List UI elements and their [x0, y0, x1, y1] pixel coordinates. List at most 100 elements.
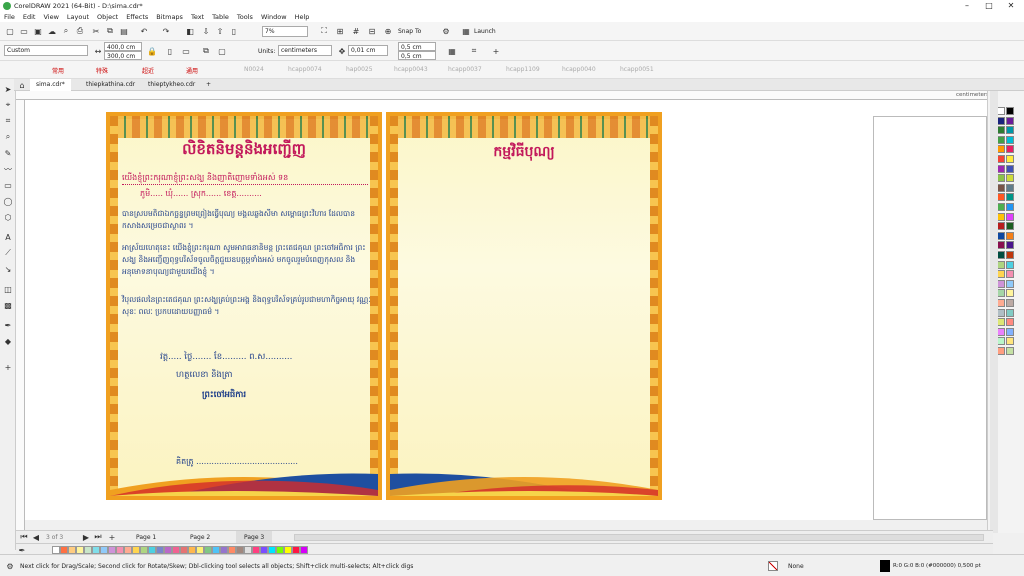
rectangle-tool-icon[interactable]: ▭	[2, 179, 14, 191]
palette-swatch[interactable]	[997, 155, 1005, 163]
palette-swatch[interactable]	[100, 546, 108, 554]
font-preset-11[interactable]: hcapp0040	[562, 66, 596, 73]
nudge-distance-field[interactable]: 0,01 cm	[348, 45, 388, 56]
zoom-tool-icon[interactable]: ⌕	[2, 131, 14, 143]
palette-swatch[interactable]	[1006, 318, 1014, 327]
palette-swatch[interactable]	[180, 546, 188, 554]
palette-swatch[interactable]	[997, 174, 1005, 183]
menu-edit[interactable]: Edit	[23, 13, 36, 21]
menu-window[interactable]: Window	[261, 13, 287, 21]
print-icon[interactable]: ⎙	[74, 25, 86, 37]
cut-icon[interactable]: ✂	[90, 25, 102, 37]
horizontal-scrollbar[interactable]	[294, 534, 984, 541]
palette-swatch[interactable]	[1006, 183, 1014, 192]
palette-swatch[interactable]	[1006, 260, 1014, 269]
transparency-icon[interactable]: ▩	[2, 299, 14, 311]
palette-swatch[interactable]	[172, 546, 180, 554]
pdf-icon[interactable]: ▯	[228, 25, 240, 37]
palette-swatch[interactable]	[997, 347, 1005, 355]
first-page-icon[interactable]: ⏮	[18, 531, 30, 543]
font-preset-7[interactable]: hap0025	[346, 66, 373, 73]
palette-swatch[interactable]	[84, 546, 92, 554]
palette-swatch[interactable]	[997, 337, 1005, 346]
palette-swatch[interactable]	[1006, 155, 1014, 163]
minimize-icon[interactable]: –	[956, 0, 978, 11]
horizontal-ruler[interactable]: centimeters	[16, 91, 993, 100]
palette-swatch[interactable]	[1006, 241, 1014, 250]
palette-swatch[interactable]	[997, 260, 1005, 269]
tab-thiepkathina[interactable]: thiepkathina.cdr	[80, 79, 141, 91]
palette-swatch[interactable]	[1006, 107, 1014, 115]
palette-swatch[interactable]	[212, 546, 220, 554]
add-tool-icon[interactable]: +	[2, 361, 14, 373]
palette-swatch[interactable]	[997, 193, 1005, 202]
palette-swatch[interactable]	[1006, 126, 1014, 135]
palette-swatch[interactable]	[1006, 251, 1014, 259]
palette-swatch[interactable]	[252, 546, 260, 554]
palette-swatch[interactable]	[997, 270, 1005, 279]
all-pages-icon[interactable]: ⧉	[200, 45, 212, 57]
new-icon[interactable]: ▢	[4, 25, 16, 37]
palette-swatch[interactable]	[997, 135, 1005, 144]
palette-swatch[interactable]	[68, 546, 76, 554]
palette-swatch[interactable]	[92, 546, 100, 554]
palette-swatch[interactable]	[1006, 164, 1014, 173]
font-preset-1[interactable]: 常用	[52, 66, 64, 75]
palette-swatch[interactable]	[292, 546, 300, 554]
palette-swatch[interactable]	[1006, 203, 1014, 211]
palette-swatch[interactable]	[268, 546, 276, 554]
palette-swatch[interactable]	[1006, 279, 1014, 288]
drop-shadow-icon[interactable]: ◫	[2, 283, 14, 295]
crop-tool-icon[interactable]: ⌗	[2, 115, 14, 127]
palette-swatch[interactable]	[300, 546, 308, 554]
palette-swatch[interactable]	[220, 546, 228, 554]
menu-object[interactable]: Object	[97, 13, 118, 21]
full-screen-icon[interactable]: ⛶	[318, 25, 330, 37]
palette-swatch[interactable]	[1006, 270, 1014, 279]
save-icon[interactable]: ▣	[32, 25, 44, 37]
prev-page-icon[interactable]: ◀	[30, 531, 42, 543]
palette-swatch[interactable]	[1006, 299, 1014, 307]
landscape-icon[interactable]: ▭	[180, 45, 192, 57]
palette-swatch[interactable]	[124, 546, 132, 554]
menu-effects[interactable]: Effects	[126, 13, 148, 21]
font-preset-8[interactable]: hcapp0043	[394, 66, 428, 73]
menu-text[interactable]: Text	[191, 13, 204, 21]
program-right-page[interactable]: កម្មវិធីបុណ្យ	[386, 112, 662, 500]
palette-swatch[interactable]	[284, 546, 292, 554]
palette-swatch[interactable]	[997, 116, 1005, 125]
options-gear-icon[interactable]: ⚙	[440, 25, 452, 37]
palette-swatch[interactable]	[1006, 347, 1014, 355]
home-icon[interactable]: ⌂	[16, 79, 28, 91]
font-preset-10[interactable]: hcapp1109	[506, 66, 540, 73]
add-page-icon[interactable]: +	[106, 531, 118, 543]
font-preset-12[interactable]: hcapp0051	[620, 66, 654, 73]
maximize-icon[interactable]: □	[978, 0, 1000, 11]
menu-help[interactable]: Help	[295, 13, 310, 21]
drawing-canvas[interactable]: លិខិតនិមន្តនិងអញ្ជើញ យើងខ្ញុំព្រះករុណាខ្…	[25, 100, 987, 520]
close-icon[interactable]: ✕	[1000, 0, 1022, 11]
search-content-icon[interactable]: ◧	[184, 25, 196, 37]
menu-view[interactable]: View	[43, 13, 58, 21]
launch-dropdown[interactable]: Launch	[474, 28, 496, 35]
palette-swatch[interactable]	[997, 231, 1005, 240]
font-preset-4[interactable]: 通用	[186, 66, 198, 75]
palette-swatch[interactable]	[997, 308, 1005, 317]
artistic-media-icon[interactable]: 〰	[2, 163, 14, 175]
lock-ratio-icon[interactable]: 🔒	[146, 45, 158, 57]
zoom-level[interactable]: 7%	[262, 26, 308, 37]
palette-swatch[interactable]	[997, 203, 1005, 211]
next-page-preview[interactable]	[873, 116, 987, 520]
palette-swatch[interactable]	[997, 145, 1005, 154]
palette-swatch[interactable]	[156, 546, 164, 554]
palette-swatch[interactable]	[116, 546, 124, 554]
palette-swatch[interactable]	[1006, 116, 1014, 125]
font-preset-5[interactable]: N0024	[244, 66, 264, 73]
search-icon[interactable]: ⌕	[60, 25, 72, 37]
connector-tool-icon[interactable]: ↘	[2, 263, 14, 275]
palette-swatch[interactable]	[997, 251, 1005, 259]
palette-swatch[interactable]	[1006, 327, 1014, 336]
palette-swatch[interactable]	[997, 126, 1005, 135]
redo-icon[interactable]: ↷	[160, 25, 172, 37]
cloud-icon[interactable]: ☁	[46, 25, 58, 37]
